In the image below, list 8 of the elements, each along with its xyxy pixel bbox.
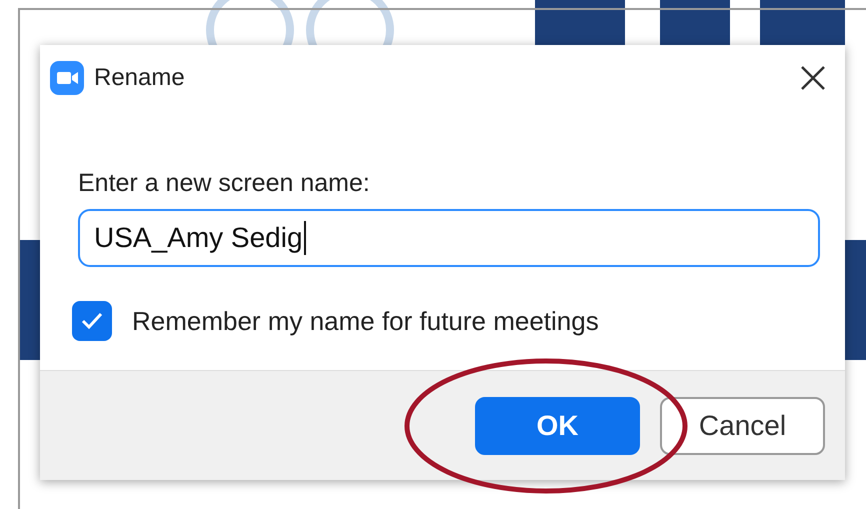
name-field[interactable]: USA_Amy Sedig (78, 209, 820, 267)
cancel-button[interactable]: Cancel (660, 396, 825, 454)
prompt-label: Enter a new screen name: (78, 168, 371, 199)
ok-button[interactable]: OK (475, 396, 640, 454)
checkbox-label: Remember my name for future meetings (132, 304, 599, 338)
video-camera-icon (50, 60, 84, 94)
checkbox[interactable] (72, 301, 112, 341)
window-title: Rename (94, 62, 185, 92)
